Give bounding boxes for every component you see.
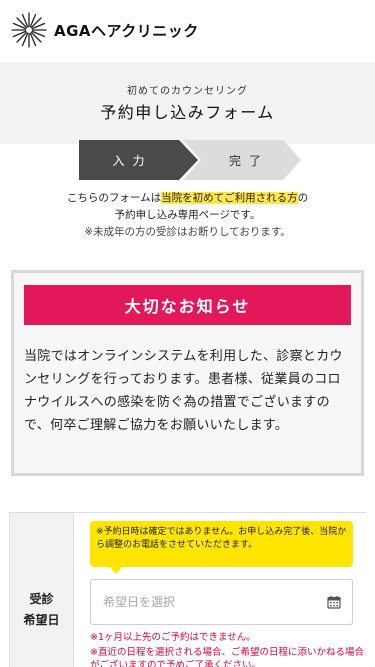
- preferred-date-row: 受診 希望日 ※予約日時は確定ではありません。お申し込み完了後、当院から調整のお…: [9, 512, 367, 667]
- starburst-logo-icon: [11, 12, 47, 48]
- intro-line2: 予約申し込み専用ページです。: [114, 209, 261, 221]
- label-line-1: 受診: [29, 592, 54, 606]
- notice-title: 大切なお知らせ: [24, 285, 351, 325]
- date-input[interactable]: [91, 580, 311, 624]
- page-subtitle: 初めてのカウンセリング: [127, 86, 248, 97]
- intro-text: こちらのフォームは当院を初めてご利用される方の 予約申し込み専用ページです。 ※…: [0, 190, 375, 241]
- clinic-logo[interactable]: AGAヘアクリニック: [10, 11, 199, 49]
- logo-text: AGAヘアクリニック: [54, 21, 199, 40]
- important-notice-box: 大切なお知らせ 当院ではオンラインシステムを利用した、診察とカウンセリングを行っ…: [11, 270, 364, 476]
- page-title: 予約申し込みフォーム: [100, 103, 275, 122]
- notice-body: 当院ではオンラインシステムを利用した、診察とカウンセリングを行っております。患者…: [24, 349, 343, 433]
- reservation-tip: ※予約日時は確定ではありません。お申し込み完了後、当院から調整のお電話をさせてい…: [90, 521, 353, 574]
- progress-steps: 入力 完了: [79, 140, 301, 180]
- minor-notice: ※未成年の方の受診はお断りしております。: [84, 226, 291, 238]
- date-picker[interactable]: [90, 579, 353, 625]
- step-complete: 完了: [183, 140, 301, 180]
- label-line-2: 希望日: [23, 613, 60, 627]
- preferred-date-field: ※予約日時は確定ではありません。お申し込み完了後、当院から調整のお電話をさせてい…: [74, 513, 367, 667]
- preferred-date-label: 受診 希望日: [10, 513, 74, 667]
- warning-one-month: ※1ヶ月以上先のご予約はできません。: [90, 632, 256, 643]
- warning-short-notice: ※直近の日程を選択される場合、ご希望の日程に添いかねる場合がございますので予めご…: [90, 647, 364, 667]
- intro-highlight: 当院を初めてご利用される方: [161, 192, 298, 204]
- intro-line1-pre: こちらのフォームは: [66, 192, 162, 204]
- intro-line1-post: の: [297, 192, 309, 204]
- step-input-active: 入力: [79, 140, 198, 180]
- site-header: AGAヘアクリニック: [0, 0, 375, 62]
- calendar-icon[interactable]: [327, 595, 341, 609]
- page-hero: 初めてのカウンセリング 予約申し込みフォーム: [0, 62, 375, 144]
